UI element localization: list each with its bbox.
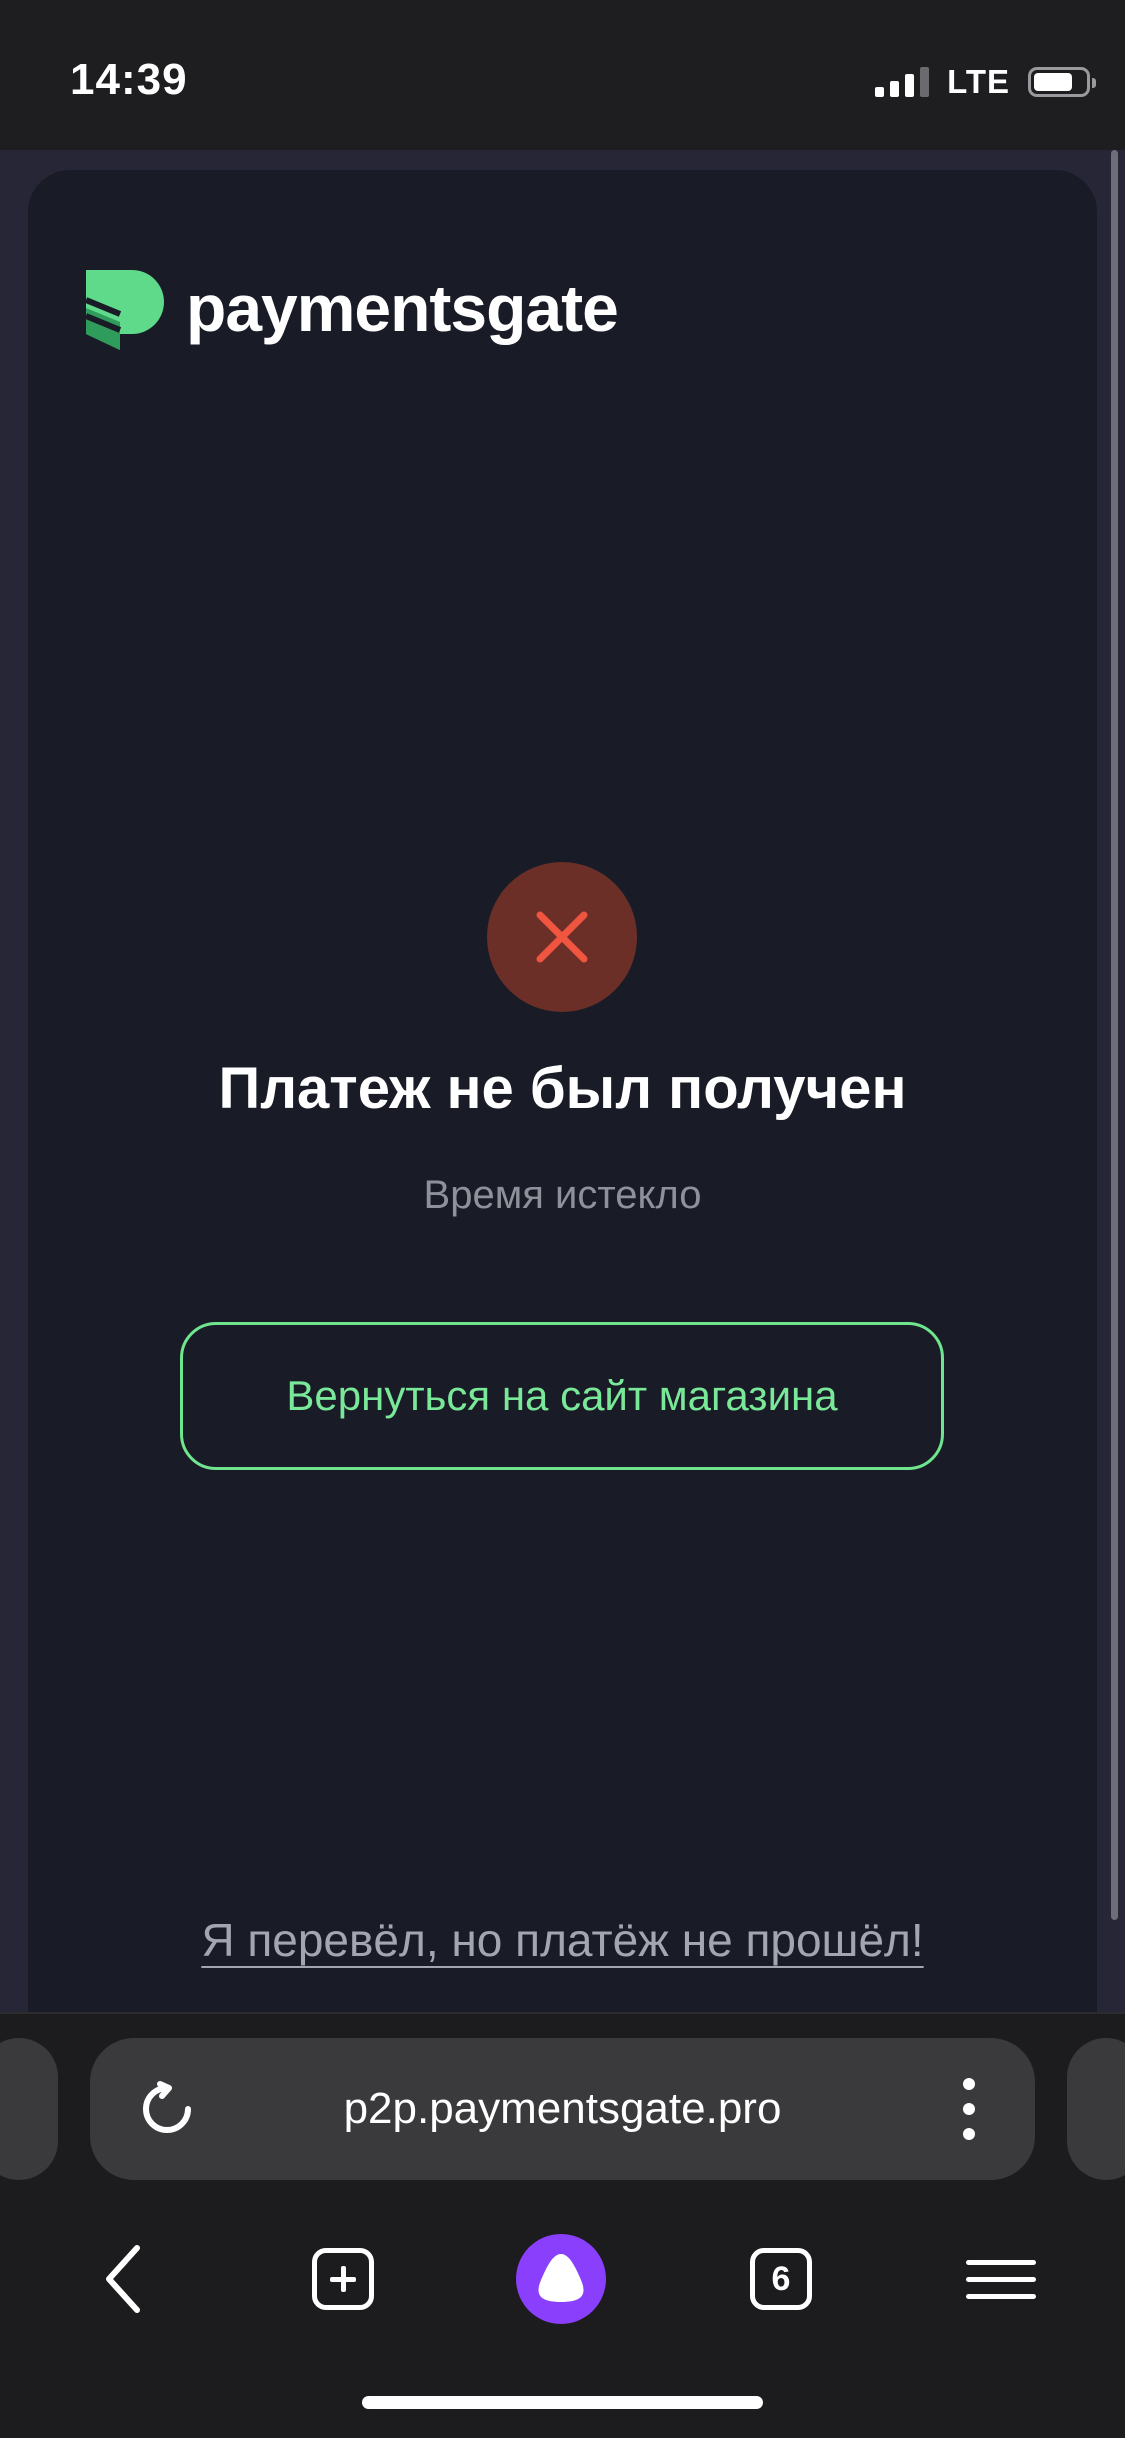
network-type-label: LTE: [947, 63, 1010, 100]
browser-chrome: p2p.paymentsgate.pro 6: [0, 2012, 1125, 2438]
payment-issue-link[interactable]: Я перевёл, но платёж не прошёл!: [201, 1914, 923, 1966]
error-x-icon: [536, 911, 588, 963]
assistant-button[interactable]: [516, 2234, 606, 2324]
alice-assistant-icon: [516, 2234, 606, 2324]
next-tab-preview[interactable]: [1067, 2038, 1125, 2180]
tabs-count-icon: 6: [750, 2248, 812, 2310]
page-scrollbar[interactable]: [1111, 150, 1118, 1920]
menu-button[interactable]: [956, 2234, 1046, 2324]
battery-icon: [1028, 67, 1096, 97]
more-vertical-icon[interactable]: [963, 2078, 975, 2140]
new-tab-button[interactable]: [298, 2234, 388, 2324]
status-indicators: LTE: [875, 60, 1096, 104]
payment-status-title: Платеж не был получен: [218, 1056, 907, 1121]
payment-issue-link-container: Я перевёл, но платёж не прошёл!: [0, 1913, 1125, 1967]
error-status-badge: [487, 862, 637, 1012]
url-text[interactable]: p2p.paymentsgate.pro: [90, 2038, 1035, 2180]
payment-status-subtitle: Время истекло: [423, 1173, 702, 1217]
previous-tab-preview[interactable]: [0, 2038, 58, 2180]
browser-toolbar: 6: [0, 2204, 1125, 2354]
new-tab-icon: [312, 2248, 374, 2310]
home-indicator[interactable]: [362, 2396, 763, 2409]
status-bar: 14:39 LTE: [0, 0, 1125, 150]
brand-logo[interactable]: paymentsgate: [86, 270, 619, 350]
address-bar[interactable]: p2p.paymentsgate.pro: [90, 2038, 1035, 2180]
hamburger-menu-icon: [966, 2248, 1036, 2311]
back-arrow-icon: [106, 2245, 140, 2313]
signal-bars-icon: [875, 67, 930, 97]
web-viewport: paymentsgate Платеж не был получен Время…: [0, 150, 1125, 2012]
reload-icon[interactable]: [138, 2080, 196, 2138]
paymentsgate-logo-icon: [86, 270, 164, 350]
status-time: 14:39: [70, 55, 188, 104]
brand-logo-text: paymentsgate: [186, 271, 619, 345]
back-button[interactable]: [78, 2234, 168, 2324]
tabs-button[interactable]: 6: [736, 2234, 826, 2324]
return-to-store-button[interactable]: Вернуться на сайт магазина: [180, 1322, 944, 1470]
